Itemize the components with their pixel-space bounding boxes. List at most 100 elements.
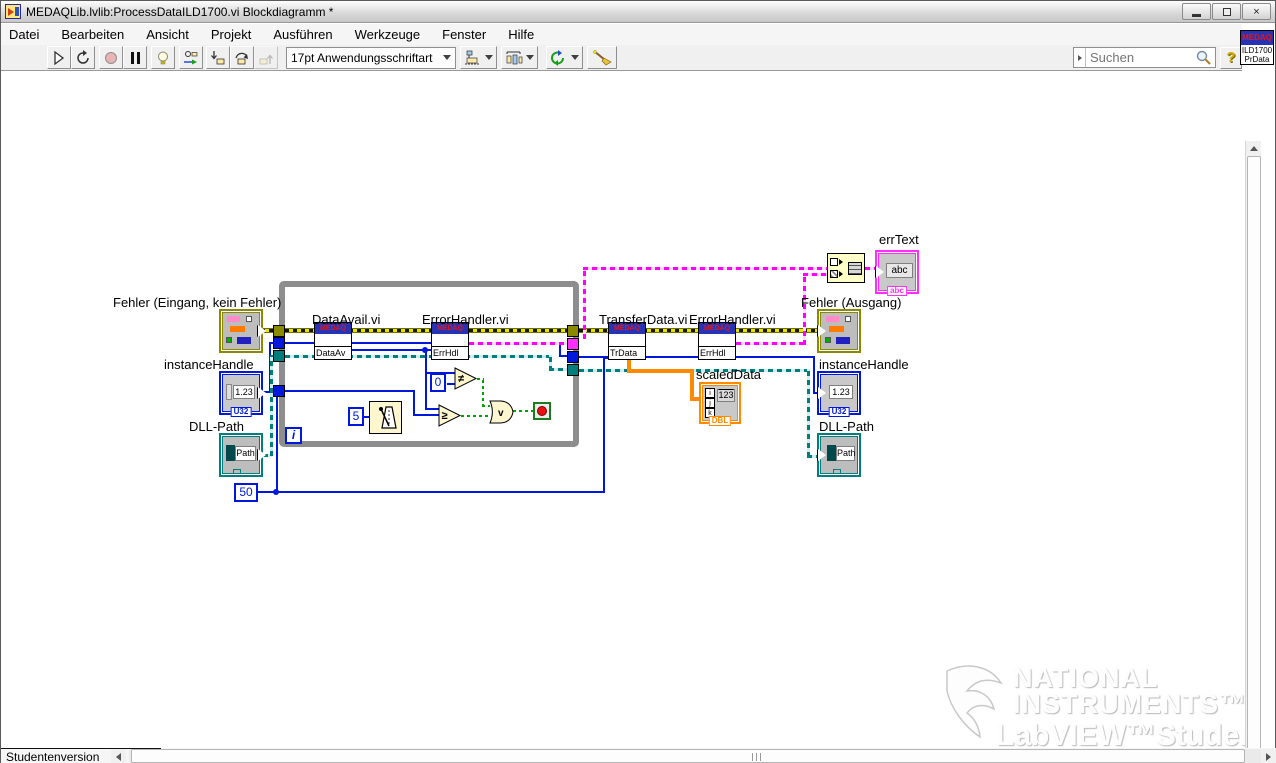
greater-equal-node[interactable]: ≥ <box>438 404 462 432</box>
step-out-button[interactable] <box>254 46 278 69</box>
menu-werkzeuge[interactable]: Werkzeuge <box>344 25 432 44</box>
run-continuous-button[interactable] <box>71 46 95 69</box>
instance-handle-in-control[interactable]: 1.23 U32 <box>219 371 266 417</box>
wire-junction[interactable] <box>273 489 279 495</box>
i32-wire[interactable] <box>285 390 415 392</box>
string-wire[interactable] <box>803 273 829 276</box>
horizontal-scroll-thumb[interactable] <box>131 749 1245 763</box>
distribute-objects-button[interactable] <box>501 46 538 69</box>
path-wire[interactable] <box>270 355 273 456</box>
tunnel-u32[interactable] <box>273 337 285 349</box>
scaleddata-indicator[interactable]: i j k 123 DBL <box>699 382 741 426</box>
vi-window-icon <box>5 4 21 19</box>
i32-wire[interactable] <box>425 408 439 410</box>
minimize-button[interactable] <box>1182 3 1211 20</box>
search-icon <box>1196 50 1211 65</box>
pause-button[interactable] <box>123 46 147 69</box>
numeric-constant-50[interactable]: 50 <box>234 483 258 502</box>
string-wire[interactable] <box>736 342 806 345</box>
highlight-execution-button[interactable] <box>151 46 175 69</box>
dll-path-out-indicator[interactable]: Path <box>817 433 861 477</box>
step-over-button[interactable] <box>230 46 254 69</box>
menu-ausfuehren[interactable]: Ausführen <box>262 25 343 44</box>
horizontal-scrollbar[interactable] <box>129 749 1261 763</box>
path-wire[interactable] <box>807 369 810 457</box>
wire-junction[interactable] <box>422 347 428 353</box>
instance-handle-out-indicator[interactable]: 1.23 U32 <box>817 371 861 417</box>
path-wire[interactable] <box>579 369 810 372</box>
dbl-array-wire[interactable] <box>627 369 693 373</box>
tunnel-path[interactable] <box>567 364 579 376</box>
numeric-constant-5[interactable]: 5 <box>348 407 364 426</box>
abort-button[interactable] <box>99 46 123 69</box>
terminal-input-arrow <box>818 325 826 337</box>
close-button[interactable]: × <box>1242 3 1271 20</box>
subvi-transferdata[interactable]: MEDAQ TrData <box>608 322 646 360</box>
align-objects-button[interactable] <box>460 46 497 69</box>
i32-wire[interactable] <box>352 349 432 351</box>
boolean-wire[interactable] <box>461 415 490 417</box>
numeric-constant-0[interactable]: 0 <box>430 373 446 392</box>
i32-wire[interactable] <box>413 390 415 416</box>
loop-iteration-terminal[interactable]: i <box>285 427 302 444</box>
scroll-right-button[interactable] <box>1261 749 1276 763</box>
menu-projekt[interactable]: Projekt <box>200 25 262 44</box>
path-wire[interactable] <box>549 368 569 371</box>
title-bar[interactable]: MEDAQLib.lvlib:ProcessDataILD1700.vi Blo… <box>1 1 1275 23</box>
block-diagram[interactable]: MEDAQ DataAv MEDAQ ErrHdl MEDAQ TrData M… <box>1 71 1261 748</box>
step-into-button[interactable] <box>206 46 230 69</box>
tunnel-u32[interactable] <box>567 351 579 363</box>
tunnel-path[interactable] <box>273 350 285 362</box>
tunnel-error[interactable] <box>567 325 579 337</box>
string-wire[interactable] <box>583 267 586 339</box>
i32-wire[interactable] <box>603 357 605 492</box>
menu-hilfe[interactable]: Hilfe <box>497 25 545 44</box>
tunnel-error[interactable] <box>273 325 285 337</box>
concatenate-strings-node[interactable] <box>827 253 865 283</box>
font-selector[interactable]: 17pt Anwendungsschriftart <box>286 46 456 69</box>
menu-fenster[interactable]: Fenster <box>431 25 497 44</box>
scroll-left-button[interactable] <box>111 749 126 763</box>
search-scope-icon[interactable] <box>1074 48 1086 67</box>
i32-wire[interactable] <box>413 414 439 416</box>
subvi-errorhandler-2[interactable]: MEDAQ ErrHdl <box>698 322 736 360</box>
search-box[interactable] <box>1073 47 1216 68</box>
resize-objects-button[interactable] <box>546 46 583 69</box>
dll-path-in-control[interactable]: Path <box>219 433 266 477</box>
i32-wire[interactable] <box>425 349 427 410</box>
subvi-errorhandler-1[interactable]: MEDAQ ErrHdl <box>431 322 469 360</box>
error-out-indicator[interactable] <box>817 309 861 353</box>
cleanup-diagram-button[interactable] <box>587 46 617 69</box>
vertical-scroll-thumb[interactable] <box>1247 156 1261 748</box>
scroll-up-button[interactable] <box>1246 141 1261 156</box>
retain-wire-values-button[interactable] <box>179 46 203 69</box>
i32-wire[interactable] <box>257 491 605 493</box>
run-button[interactable] <box>47 46 71 69</box>
chevron-down-icon <box>571 55 579 60</box>
stop-button-terminal[interactable] <box>533 402 551 420</box>
boolean-wire[interactable] <box>513 410 534 412</box>
while-loop[interactable] <box>279 281 579 447</box>
menu-bearbeiten[interactable]: Bearbeiten <box>50 25 135 44</box>
error-in-control[interactable] <box>219 309 266 353</box>
tunnel-i32[interactable] <box>273 385 285 397</box>
errtext-indicator[interactable]: abc abc <box>875 250 919 296</box>
i32-wire[interactable] <box>276 396 278 492</box>
context-help-button[interactable]: ? <box>1220 47 1242 69</box>
vertical-scrollbar[interactable] <box>1245 141 1261 748</box>
step-out-icon <box>259 53 273 64</box>
menu-datei[interactable]: Datei <box>1 25 50 44</box>
not-equal-node[interactable]: ≠ <box>454 367 478 395</box>
tunnel-string[interactable] <box>567 338 579 350</box>
string-wire[interactable] <box>469 342 569 345</box>
vi-icon-pane[interactable]: MEDAQ ILD1700 PrData <box>1240 30 1274 65</box>
u32-wire[interactable] <box>813 356 815 393</box>
or-node[interactable]: v <box>489 400 514 429</box>
wait-ms-multiple-node[interactable] <box>369 401 402 439</box>
restore-button[interactable] <box>1212 3 1241 20</box>
subvi-dataavail[interactable]: MEDAQ DataAv <box>314 322 352 360</box>
boolean-wire[interactable] <box>482 378 484 407</box>
menu-ansicht[interactable]: Ansicht <box>135 25 200 44</box>
search-input[interactable] <box>1086 50 1195 65</box>
string-wire[interactable] <box>583 267 829 270</box>
